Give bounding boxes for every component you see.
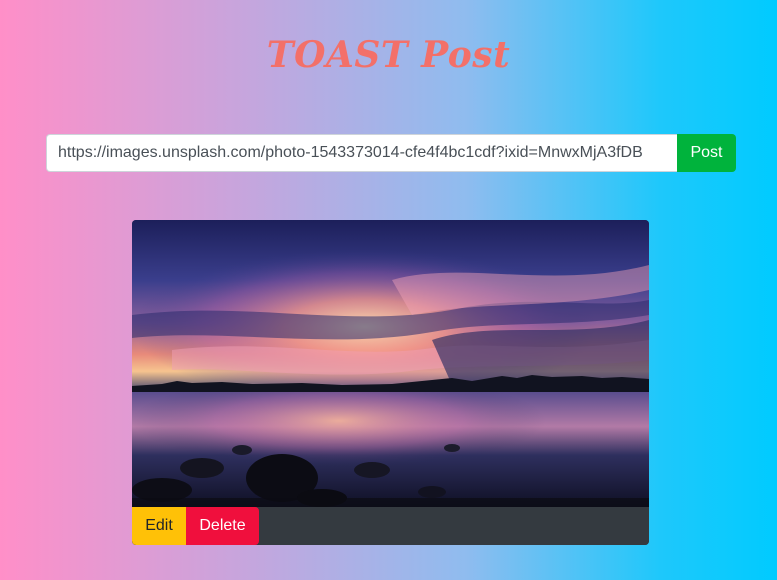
edit-button[interactable]: Edit <box>132 507 186 545</box>
post-button[interactable]: Post <box>677 134 736 172</box>
post-composer: Post <box>46 134 736 172</box>
post-image <box>132 220 649 507</box>
image-url-input[interactable] <box>46 134 677 172</box>
sunset-photo-image <box>132 220 649 507</box>
page-title: TOAST Post <box>266 34 511 76</box>
delete-button[interactable]: Delete <box>186 507 259 545</box>
post-actions: Edit Delete <box>132 507 649 545</box>
post-card: Edit Delete <box>132 220 649 545</box>
